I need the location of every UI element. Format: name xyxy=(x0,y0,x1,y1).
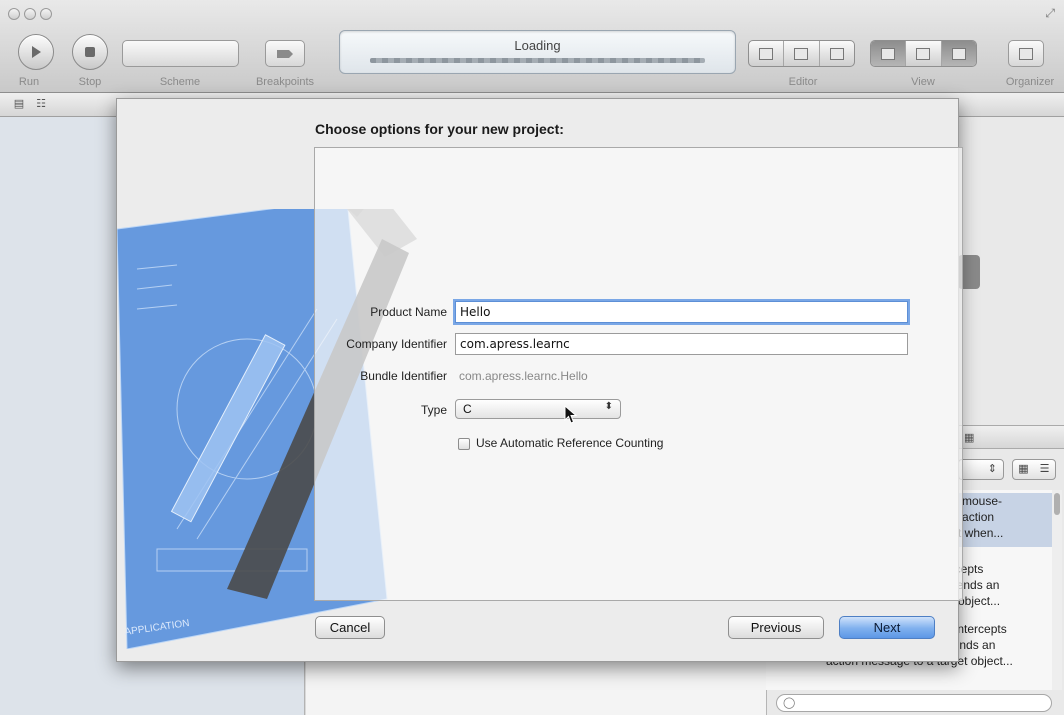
run-label: Run xyxy=(18,76,40,88)
breakpoints-button[interactable] xyxy=(265,40,305,67)
standard-editor-icon xyxy=(759,47,774,60)
library-scrollbar[interactable] xyxy=(1052,490,1062,690)
window-toolbar: ⤢ Run Stop Scheme Breakpoints Loading Ed… xyxy=(0,0,1064,93)
bundle-identifier-label: Bundle Identifier xyxy=(360,369,447,383)
debug-panel-icon xyxy=(916,47,931,60)
company-identifier-field[interactable]: com.apress.learnc xyxy=(455,333,908,355)
scheme-popup[interactable] xyxy=(122,40,239,67)
stop-icon xyxy=(85,47,95,57)
view-segmented-control xyxy=(870,40,977,67)
search-icon: ◯ xyxy=(783,697,796,709)
symbol-navigator-icon[interactable]: ☷ xyxy=(34,98,48,110)
utilities-panel-icon xyxy=(951,47,966,60)
view-label: View xyxy=(911,76,935,88)
assistant-editor-icon xyxy=(794,47,809,60)
organizer-icon xyxy=(1019,47,1033,60)
breakpoints-label: Breakpoints xyxy=(255,76,315,88)
zoom-window-button[interactable] xyxy=(40,8,52,20)
close-window-button[interactable] xyxy=(8,8,20,20)
editor-segmented-control xyxy=(748,40,855,67)
arc-checkbox-label[interactable]: Use Automatic Reference Counting xyxy=(476,436,663,450)
bundle-identifier-value: com.apress.learnc.Hello xyxy=(459,369,588,383)
navigator-toggle-button[interactable] xyxy=(871,41,907,66)
editor-label: Editor xyxy=(788,76,818,88)
previous-button[interactable]: Previous xyxy=(728,616,824,639)
type-selected-value: C xyxy=(463,402,472,416)
fullscreen-icon[interactable]: ⤢ xyxy=(1045,6,1055,21)
assistant-editor-button[interactable] xyxy=(784,41,820,66)
object-library-icon[interactable]: ▦ xyxy=(964,431,974,444)
progress-bar xyxy=(370,58,705,63)
standard-editor-button[interactable] xyxy=(749,41,785,66)
version-editor-button[interactable] xyxy=(820,41,854,66)
minimize-window-button[interactable] xyxy=(24,8,36,20)
popup-arrows-icon: ⬍ xyxy=(604,401,613,412)
activity-status: Loading xyxy=(514,38,561,53)
company-identifier-label: Company Identifier xyxy=(346,337,447,351)
library-search-field[interactable]: ◯ xyxy=(776,694,1052,712)
product-name-label: Product Name xyxy=(370,305,447,319)
list-view-icon[interactable]: ☰ xyxy=(1034,460,1055,479)
navigator-panel-icon xyxy=(881,47,896,60)
product-name-field[interactable]: Hello xyxy=(455,301,908,323)
cancel-button[interactable]: Cancel xyxy=(315,616,385,639)
organizer-button[interactable] xyxy=(1008,40,1044,67)
product-name-value: Hello xyxy=(460,305,491,319)
scheme-label: Scheme xyxy=(159,76,201,88)
version-editor-icon xyxy=(829,47,844,60)
grid-view-icon[interactable]: ▦ xyxy=(1013,460,1034,479)
utilities-toggle-button[interactable] xyxy=(941,41,976,66)
library-scroll-thumb[interactable] xyxy=(1054,493,1060,515)
stop-label: Stop xyxy=(78,76,102,88)
arc-checkbox[interactable] xyxy=(458,438,470,450)
play-icon xyxy=(32,46,41,58)
type-popup-button[interactable]: C ⬍ xyxy=(455,399,621,419)
next-button[interactable]: Next xyxy=(839,616,935,639)
library-view-toggle: ▦ ☰ xyxy=(1012,459,1056,480)
stop-button[interactable] xyxy=(72,34,108,70)
new-project-sheet: Choose options for your new project: APP… xyxy=(116,98,963,662)
run-button[interactable] xyxy=(18,34,54,70)
progress-fill xyxy=(370,58,705,63)
debug-area-toggle-button[interactable] xyxy=(906,41,942,66)
activity-viewer: Loading xyxy=(339,30,736,74)
mouse-cursor-icon xyxy=(564,405,578,424)
organizer-label: Organizer xyxy=(1005,76,1055,88)
company-identifier-value: com.apress.learnc xyxy=(460,337,570,351)
type-label: Type xyxy=(420,403,447,417)
library-filter-popup[interactable]: ⇕ xyxy=(958,459,1004,480)
project-navigator-icon[interactable]: ▤ xyxy=(12,98,26,110)
breakpoint-icon xyxy=(277,49,293,58)
sheet-title: Choose options for your new project: xyxy=(315,121,564,137)
